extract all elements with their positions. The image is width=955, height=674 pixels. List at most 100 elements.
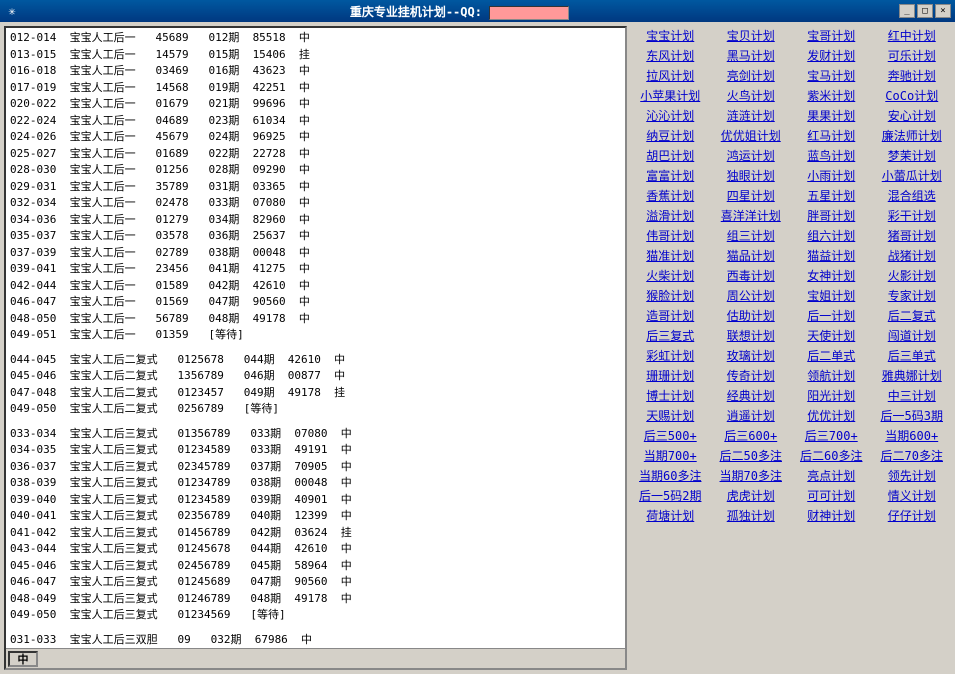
link-item[interactable]: 彩虹计划 bbox=[631, 346, 710, 365]
link-item[interactable]: 火影计划 bbox=[873, 266, 952, 285]
link-item[interactable]: 四星计划 bbox=[712, 186, 791, 205]
link-item[interactable]: 小苹果计划 bbox=[631, 86, 710, 105]
link-item[interactable]: 香蕉计划 bbox=[631, 186, 710, 205]
link-item[interactable]: 天赐计划 bbox=[631, 406, 710, 425]
link-item[interactable]: 可可计划 bbox=[792, 486, 871, 505]
link-item[interactable]: 溢滑计划 bbox=[631, 206, 710, 225]
link-item[interactable]: 可乐计划 bbox=[873, 46, 952, 65]
link-item[interactable]: 猪哥计划 bbox=[873, 226, 952, 245]
link-item[interactable]: 安心计划 bbox=[873, 106, 952, 125]
link-item[interactable]: 后三700+ bbox=[792, 426, 871, 445]
link-item[interactable]: 胖哥计划 bbox=[792, 206, 871, 225]
link-item[interactable]: 当期70多注 bbox=[712, 466, 791, 485]
link-item[interactable]: 女神计划 bbox=[792, 266, 871, 285]
link-item[interactable]: 小蕾瓜计划 bbox=[873, 166, 952, 185]
link-item[interactable]: 宝哥计划 bbox=[792, 26, 871, 45]
link-item[interactable]: 估助计划 bbox=[712, 306, 791, 325]
link-item[interactable]: 中三计划 bbox=[873, 386, 952, 405]
link-item[interactable]: 廉法师计划 bbox=[873, 126, 952, 145]
link-item[interactable]: 宝马计划 bbox=[792, 66, 871, 85]
link-item[interactable]: 发财计划 bbox=[792, 46, 871, 65]
link-item[interactable]: 后三500+ bbox=[631, 426, 710, 445]
link-item[interactable]: 造哥计划 bbox=[631, 306, 710, 325]
link-item[interactable]: 财神计划 bbox=[792, 506, 871, 525]
link-item[interactable]: 梦茉计划 bbox=[873, 146, 952, 165]
link-item[interactable]: 喜洋洋计划 bbox=[712, 206, 791, 225]
link-item[interactable]: 涟涟计划 bbox=[712, 106, 791, 125]
link-item[interactable]: 荷塘计划 bbox=[631, 506, 710, 525]
link-item[interactable]: 传奇计划 bbox=[712, 366, 791, 385]
link-item[interactable]: 孤独计划 bbox=[712, 506, 791, 525]
link-item[interactable]: 火柴计划 bbox=[631, 266, 710, 285]
link-item[interactable]: 后二50多注 bbox=[712, 446, 791, 465]
link-item[interactable]: 周公计划 bbox=[712, 286, 791, 305]
link-item[interactable]: 后二70多注 bbox=[873, 446, 952, 465]
link-item[interactable]: 后一5码2期 bbox=[631, 486, 710, 505]
link-item[interactable]: 情义计划 bbox=[873, 486, 952, 505]
link-item[interactable]: 当期700+ bbox=[631, 446, 710, 465]
link-item[interactable]: 纳豆计划 bbox=[631, 126, 710, 145]
link-item[interactable]: 虎虎计划 bbox=[712, 486, 791, 505]
link-item[interactable]: 阳光计划 bbox=[792, 386, 871, 405]
link-item[interactable]: 红马计划 bbox=[792, 126, 871, 145]
link-item[interactable]: 博士计划 bbox=[631, 386, 710, 405]
link-item[interactable]: 奔驰计划 bbox=[873, 66, 952, 85]
link-item[interactable]: 蓝鸟计划 bbox=[792, 146, 871, 165]
link-item[interactable]: 彩干计划 bbox=[873, 206, 952, 225]
link-item[interactable]: 后三单式 bbox=[873, 346, 952, 365]
link-item[interactable]: 当期600+ bbox=[873, 426, 952, 445]
link-item[interactable]: 宝姐计划 bbox=[792, 286, 871, 305]
close-button[interactable]: × bbox=[935, 4, 951, 18]
link-item[interactable]: 红中计划 bbox=[873, 26, 952, 45]
link-item[interactable]: 猴脸计划 bbox=[631, 286, 710, 305]
link-item[interactable]: 经典计划 bbox=[712, 386, 791, 405]
link-item[interactable]: 沁沁计划 bbox=[631, 106, 710, 125]
link-item[interactable]: 后一5码3期 bbox=[873, 406, 952, 425]
link-item[interactable]: 宝宝计划 bbox=[631, 26, 710, 45]
link-item[interactable]: 后一计划 bbox=[792, 306, 871, 325]
maximize-button[interactable]: □ bbox=[917, 4, 933, 18]
link-item[interactable]: 优优计划 bbox=[792, 406, 871, 425]
link-item[interactable]: 组六计划 bbox=[792, 226, 871, 245]
link-item[interactable]: 黑马计划 bbox=[712, 46, 791, 65]
link-item[interactable]: 雅典娜计划 bbox=[873, 366, 952, 385]
link-item[interactable]: 当期60多注 bbox=[631, 466, 710, 485]
link-item[interactable]: 五星计划 bbox=[792, 186, 871, 205]
link-item[interactable]: 后二复式 bbox=[873, 306, 952, 325]
link-item[interactable]: 猫品计划 bbox=[712, 246, 791, 265]
link-item[interactable]: 珊珊计划 bbox=[631, 366, 710, 385]
link-item[interactable]: 联想计划 bbox=[712, 326, 791, 345]
link-item[interactable]: 领航计划 bbox=[792, 366, 871, 385]
link-item[interactable]: 后三600+ bbox=[712, 426, 791, 445]
text-scroll-area[interactable]: 012-014 宝宝人工后一 45689 012期 85518 中013-015… bbox=[6, 28, 625, 648]
link-item[interactable]: 小雨计划 bbox=[792, 166, 871, 185]
link-item[interactable]: 闯道计划 bbox=[873, 326, 952, 345]
link-item[interactable]: 玫璃计划 bbox=[712, 346, 791, 365]
link-item[interactable]: 胡巴计划 bbox=[631, 146, 710, 165]
link-item[interactable]: 后二60多注 bbox=[792, 446, 871, 465]
link-item[interactable]: 优优姐计划 bbox=[712, 126, 791, 145]
link-item[interactable]: 亮剑计划 bbox=[712, 66, 791, 85]
link-item[interactable]: CoCo计划 bbox=[873, 86, 952, 105]
link-item[interactable]: 后三复式 bbox=[631, 326, 710, 345]
link-item[interactable]: 专家计划 bbox=[873, 286, 952, 305]
link-item[interactable]: 紫米计划 bbox=[792, 86, 871, 105]
link-item[interactable]: 猫准计划 bbox=[631, 246, 710, 265]
link-item[interactable]: 鸿运计划 bbox=[712, 146, 791, 165]
link-item[interactable]: 拉风计划 bbox=[631, 66, 710, 85]
link-item[interactable]: 火鸟计划 bbox=[712, 86, 791, 105]
link-item[interactable]: 混合组选 bbox=[873, 186, 952, 205]
link-item[interactable]: 宝贝计划 bbox=[712, 26, 791, 45]
link-item[interactable]: 猫益计划 bbox=[792, 246, 871, 265]
link-item[interactable]: 亮点计划 bbox=[792, 466, 871, 485]
minimize-button[interactable]: _ bbox=[899, 4, 915, 18]
link-item[interactable]: 天使计划 bbox=[792, 326, 871, 345]
link-item[interactable]: 逍遥计划 bbox=[712, 406, 791, 425]
link-item[interactable]: 果果计划 bbox=[792, 106, 871, 125]
link-item[interactable]: 领先计划 bbox=[873, 466, 952, 485]
link-item[interactable]: 仔仔计划 bbox=[873, 506, 952, 525]
link-item[interactable]: 西毒计划 bbox=[712, 266, 791, 285]
qq-input[interactable] bbox=[489, 6, 569, 20]
link-item[interactable]: 富富计划 bbox=[631, 166, 710, 185]
link-item[interactable]: 独眼计划 bbox=[712, 166, 791, 185]
